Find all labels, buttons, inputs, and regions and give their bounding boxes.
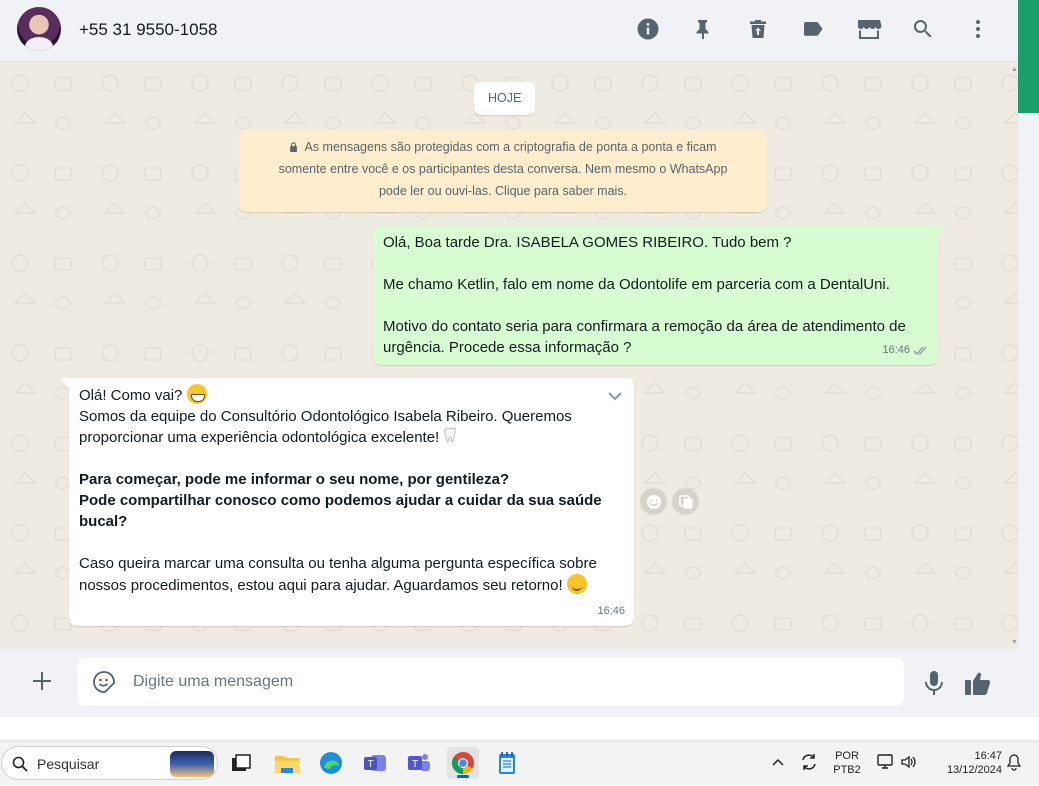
grinning-face-emoji-icon <box>186 384 207 404</box>
chrome-icon[interactable] <box>447 747 479 779</box>
scroll-down-arrow[interactable]: ▼ <box>1011 639 1018 646</box>
sync-icon[interactable] <box>799 752 819 772</box>
clock[interactable]: 16:47 13/12/2024 <box>930 749 1002 777</box>
copy-button[interactable] <box>672 488 699 515</box>
microphone-icon[interactable] <box>921 669 947 697</box>
browser-side-strip <box>1018 0 1039 717</box>
whatsapp-window: +55 31 9550-1058 ▲ ▼ HOJE As mensagens s… <box>0 0 1018 717</box>
teams-work-icon[interactable]: T <box>359 747 391 779</box>
search-highlight-image <box>170 751 214 777</box>
message-meta: 16:46 <box>882 340 929 361</box>
svg-text:T: T <box>367 759 373 770</box>
store-icon[interactable] <box>855 16 883 42</box>
encryption-line-2: somente entre você e os participantes de… <box>278 162 728 176</box>
taskbar-search-placeholder: Pesquisar <box>37 756 100 772</box>
attach-plus-icon[interactable] <box>29 668 55 694</box>
message-time: 16:46 <box>882 344 910 356</box>
label-icon[interactable] <box>800 16 826 42</box>
volume-icon[interactable] <box>900 753 918 771</box>
pin-icon[interactable] <box>690 16 716 42</box>
search-icon[interactable] <box>910 16 936 42</box>
message-time: 16:46 <box>597 605 625 617</box>
message-composer <box>0 649 1018 717</box>
svg-text:T: T <box>412 759 418 770</box>
smiling-face-emoji-icon <box>566 574 587 594</box>
taskbar-search[interactable]: Pesquisar <box>1 746 218 780</box>
sticker-icon[interactable] <box>92 670 116 694</box>
message-line: Motivo do contato seria para confirmara … <box>383 318 906 356</box>
react-button[interactable] <box>640 488 667 515</box>
copy-icon <box>678 494 692 508</box>
encryption-line-1: As mensagens são protegidas com a cripto… <box>304 140 717 154</box>
teams-icon[interactable]: T <box>403 747 435 779</box>
notification-bell-icon[interactable] <box>1005 753 1023 771</box>
menu-icon[interactable] <box>965 16 991 42</box>
clock-date: 13/12/2024 <box>946 764 1002 776</box>
message-line: Me chamo Ketlin, falo em nome da Odontol… <box>383 276 890 293</box>
network-icon[interactable] <box>876 753 894 771</box>
message-meta: 16:46 <box>597 601 625 622</box>
language-indicator[interactable]: POR PTB2 <box>832 749 862 777</box>
chat-header: +55 31 9550-1058 <box>0 0 1018 62</box>
scroll-up-arrow[interactable]: ▲ <box>1011 66 1018 73</box>
edge-icon[interactable] <box>315 747 347 779</box>
incoming-message[interactable]: Olá! Como vai? Somos da equipe do Consul… <box>61 378 634 626</box>
delete-icon[interactable] <box>745 16 771 42</box>
message-input[interactable] <box>133 668 873 696</box>
info-icon[interactable] <box>635 16 661 42</box>
chevron-up-icon[interactable] <box>771 756 785 770</box>
double-check-icon <box>913 346 927 355</box>
question-2-text: Pode compartilhar conosco como podemos a… <box>79 492 602 530</box>
keyboard-layout: PTB2 <box>833 764 861 776</box>
message-line: Olá, Boa tarde Dra. ISABELA GOMES RIBEIR… <box>383 234 792 251</box>
windows-taskbar: Pesquisar T T POR PTB2 16:47 13/12/2024 <box>0 740 1039 785</box>
intro-text: Somos da equipe do Consultório Odontológ… <box>79 408 572 446</box>
chevron-down-icon[interactable] <box>606 387 624 405</box>
tooth-emoji-icon <box>444 427 457 443</box>
emoji-icon <box>646 494 661 509</box>
clock-time: 16:47 <box>974 750 1002 762</box>
chat-scrollbar[interactable]: ▲ ▼ <box>1009 66 1018 646</box>
lock-icon <box>290 142 298 152</box>
closing-text: Caso queira marcar uma consulta ou tenha… <box>79 555 597 594</box>
outgoing-message[interactable]: Olá, Boa tarde Dra. ISABELA GOMES RIBEIR… <box>373 226 946 365</box>
contact-name[interactable]: +55 31 9550-1058 <box>79 20 218 40</box>
greeting-text: Olá! Como vai? <box>79 387 183 404</box>
message-input-box[interactable] <box>77 658 904 706</box>
encryption-notice[interactable]: As mensagens são protegidas com a cripto… <box>239 130 767 212</box>
thumbs-up-icon[interactable] <box>964 670 992 696</box>
question-1-text: Para começar, pode me informar o seu nom… <box>79 471 510 488</box>
avatar[interactable] <box>17 7 61 51</box>
task-view-icon[interactable] <box>225 747 257 779</box>
search-icon <box>12 756 28 772</box>
date-divider: HOJE <box>474 82 536 115</box>
encryption-line-3: pode ler ou ouvi-las. Clique para saber … <box>378 184 628 198</box>
desktop-gap <box>0 717 1039 740</box>
file-explorer-icon[interactable] <box>271 747 303 779</box>
language-code: POR <box>835 750 859 762</box>
notepad-icon[interactable] <box>491 747 523 779</box>
